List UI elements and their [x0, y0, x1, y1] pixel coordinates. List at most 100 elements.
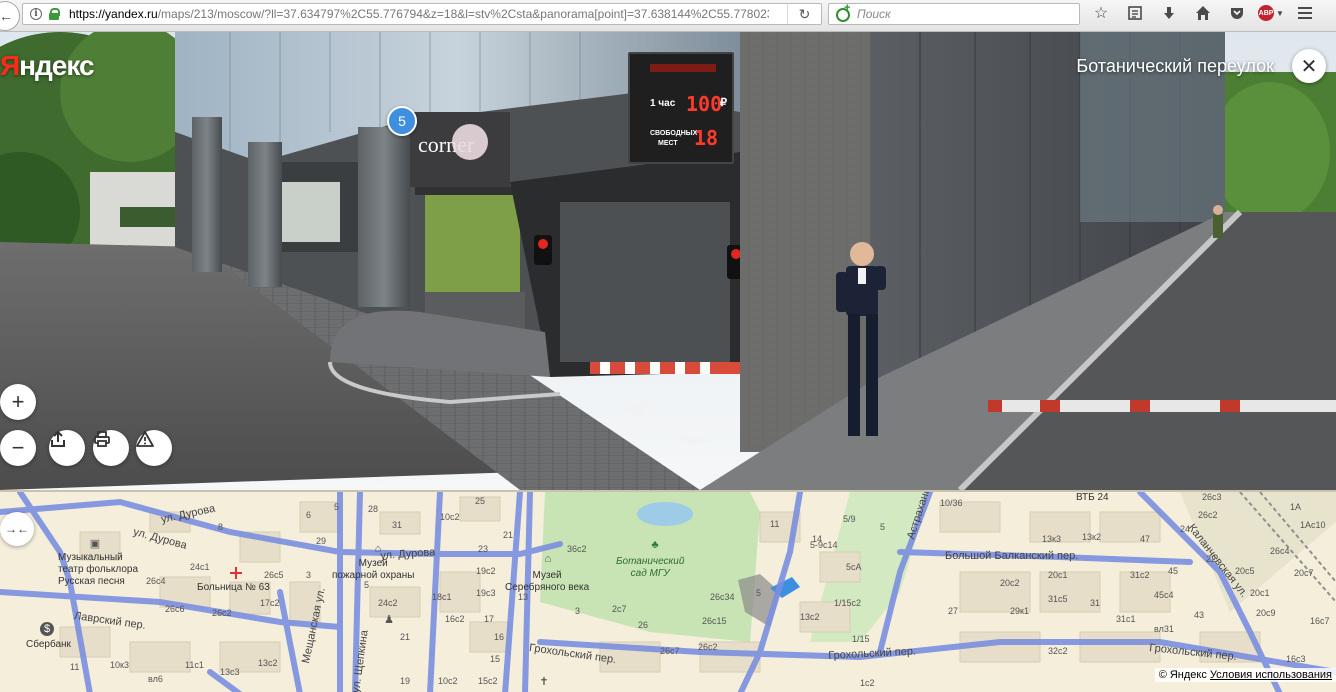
- search-engine-icon[interactable]: [835, 2, 853, 22]
- house-number: 15: [490, 654, 501, 664]
- house-number: 10к3: [110, 660, 129, 670]
- terms-link[interactable]: Условия использования: [1210, 669, 1332, 681]
- house-number: 29: [316, 536, 327, 546]
- reading-list-icon[interactable]: [1118, 1, 1152, 25]
- minus-icon: −: [11, 435, 25, 460]
- museum-icon: ⌂: [374, 543, 382, 555]
- search-input[interactable]: Поиск: [828, 2, 1080, 25]
- house-number: 45с4: [1154, 590, 1174, 600]
- house-number: 5: [334, 502, 340, 512]
- house-number: 16с7: [1310, 616, 1330, 626]
- yandex-logo[interactable]: Яндекс: [0, 50, 95, 82]
- adblock-button[interactable]: ABP ▼: [1254, 1, 1288, 25]
- street-panorama[interactable]: corner 1 час 100 ₽ СВОБОДНЫХ МЕСТ 18 Янд…: [0, 32, 1336, 490]
- house-number: 26с2: [698, 642, 718, 652]
- map-copyright: © Яндекс Условия использования: [1154, 668, 1336, 682]
- house-number: 31: [392, 520, 403, 530]
- house-number: 19: [400, 676, 411, 686]
- bookmark-star-icon[interactable]: ☆: [1084, 1, 1118, 25]
- house-number: 11: [70, 662, 80, 672]
- back-button[interactable]: ←: [0, 1, 20, 31]
- house-number: 13с3: [220, 667, 240, 677]
- house-number: 13с2: [800, 612, 820, 622]
- house-number: 21: [400, 632, 411, 642]
- poi-label[interactable]: Музей Серебряного века: [505, 570, 589, 594]
- house-number: 6: [306, 510, 312, 520]
- house-number: 23: [478, 544, 489, 554]
- poi-label[interactable]: Сбербанк: [26, 639, 71, 650]
- house-number: 5: [756, 588, 762, 598]
- house-number: 26с15: [702, 616, 727, 626]
- house-number: 15с2: [478, 676, 498, 686]
- close-icon: ✕: [1300, 55, 1318, 78]
- theatre-icon: ▣: [89, 537, 101, 550]
- house-number: 26с2: [212, 608, 232, 618]
- reload-icon[interactable]: ↻: [787, 4, 821, 24]
- house-number: 13: [518, 592, 529, 602]
- house-number: 21: [503, 530, 514, 540]
- museum-icon: ⌂: [544, 553, 552, 565]
- parking-price-value: 100: [686, 92, 723, 116]
- parking-hour-label: 1 час: [650, 98, 676, 109]
- mini-map[interactable]: ул. Дурова ул. Дурова ул. Дурова Лаврски…: [0, 490, 1336, 692]
- house-number: 43: [1194, 610, 1205, 620]
- poi-label[interactable]: Музыкальный театр фольклора Русская песн…: [58, 552, 138, 588]
- print-icon: [94, 431, 110, 447]
- house-number: 31с2: [1130, 570, 1150, 580]
- url-text[interactable]: https://yandex.ru/maps/213/moscow/?ll=37…: [69, 7, 769, 21]
- house-number: 5-9с14: [810, 540, 838, 550]
- house-number: 28: [368, 504, 379, 514]
- map-expand-button[interactable]: →←: [0, 512, 34, 546]
- house-number: 5сА: [846, 562, 862, 572]
- street-label: Большой Балканский пер.: [945, 550, 1079, 562]
- warning-icon: [136, 431, 154, 447]
- poi-label[interactable]: ВТБ 24: [1076, 492, 1109, 503]
- house-number: 26с2: [1198, 510, 1218, 520]
- close-panorama-button[interactable]: ✕: [1292, 49, 1326, 83]
- share-button[interactable]: [49, 430, 85, 466]
- house-number-badge[interactable]: 5: [387, 106, 417, 136]
- url-path: /maps/213/moscow/?ll=37.634797%2C55.7767…: [157, 7, 769, 21]
- info-icon[interactable]: i: [27, 5, 45, 23]
- browser-toolbar: ← i https://yandex.ru/maps/213/moscow/?l…: [0, 0, 1336, 32]
- house-number: 24: [1180, 524, 1191, 534]
- report-problem-button[interactable]: [136, 430, 172, 466]
- zoom-in-button[interactable]: +: [0, 384, 36, 420]
- lock-icon[interactable]: [47, 5, 61, 23]
- house-number: вл6: [148, 674, 163, 684]
- house-number: 17с2: [260, 598, 280, 608]
- expand-arrows-icon: →←: [5, 522, 29, 536]
- house-number: 10/36: [940, 498, 963, 508]
- parking-currency: ₽: [720, 97, 727, 109]
- house-number: 16: [494, 632, 505, 642]
- search-placeholder: Поиск: [857, 7, 891, 21]
- share-icon: [51, 430, 65, 447]
- print-button[interactable]: [93, 430, 129, 466]
- poi-label[interactable]: Больница № 63: [197, 582, 270, 593]
- house-number: 1Ас10: [1300, 520, 1326, 530]
- home-icon[interactable]: [1186, 1, 1220, 25]
- download-icon[interactable]: [1152, 1, 1186, 25]
- house-number: 31с1: [1116, 614, 1136, 624]
- poi-label[interactable]: Музей пожарной охраны: [332, 558, 414, 582]
- pocket-icon[interactable]: [1220, 1, 1254, 25]
- zoom-out-button[interactable]: −: [0, 430, 36, 466]
- house-number: 31с5: [1048, 594, 1068, 604]
- restroom-icon: ♟: [384, 613, 394, 626]
- house-number: 1/15: [852, 634, 870, 644]
- house-number: 19с2: [476, 566, 496, 576]
- house-number: 3: [306, 570, 312, 580]
- house-number: 16с3: [1286, 654, 1306, 664]
- address-bar[interactable]: i https://yandex.ru/maps/213/moscow/?ll=…: [22, 3, 822, 25]
- poi-label[interactable]: Ботанический сад МГУ: [616, 556, 684, 580]
- church-icon: ✝: [539, 675, 549, 688]
- bank-icon: $: [40, 622, 54, 636]
- free-spaces-label-2: МЕСТ: [658, 140, 678, 147]
- house-number: 5: [880, 522, 886, 532]
- house-number: 18с1: [432, 592, 452, 602]
- house-number: 16с2: [445, 614, 465, 624]
- menu-icon[interactable]: [1288, 1, 1322, 25]
- plus-icon: +: [11, 389, 25, 414]
- house-number: 20с1: [1250, 588, 1270, 598]
- house-number: вл31: [1154, 624, 1174, 634]
